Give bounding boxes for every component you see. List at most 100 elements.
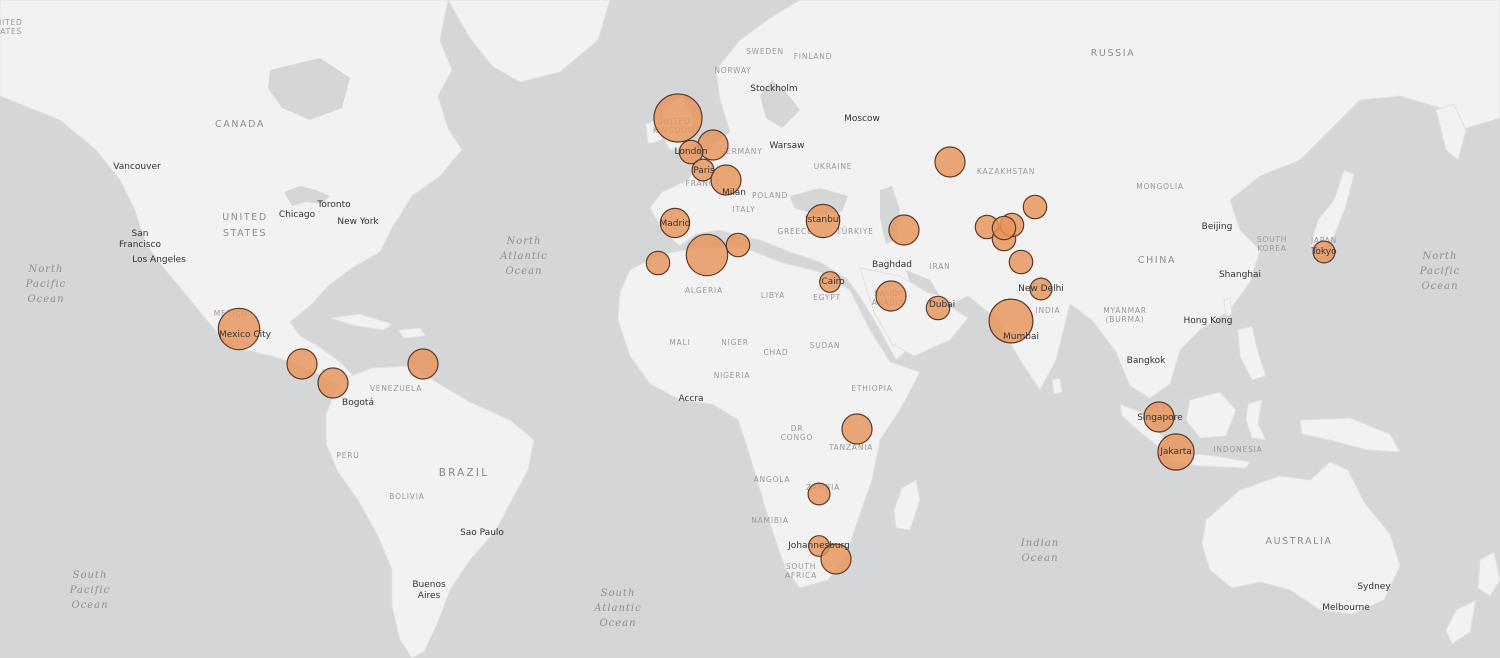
city-label-singapore: Singapore (1137, 413, 1183, 423)
city-label-los-angeles: Los Angeles (132, 255, 186, 265)
ocean-label-north-pacific-ocean: North Pacific Ocean (1419, 251, 1461, 292)
city-label-line: Dubai (929, 300, 955, 310)
country-label-line: VENEZUELA (370, 384, 422, 393)
bubble-costa-rica[interactable] (317, 367, 349, 399)
ocean-label-line: Pacific (69, 585, 111, 596)
city-label-baghdad: Baghdad (872, 260, 912, 270)
bubble-western-china[interactable] (1022, 194, 1048, 220)
country-label-line: KOREA (1257, 244, 1287, 253)
ocean-label-south-pacific-ocean: South Pacific Ocean (69, 570, 111, 611)
country-label-line: DR (791, 424, 804, 433)
city-label-line: Bogotá (342, 398, 374, 408)
country-label-line: ITALY (732, 205, 755, 214)
country-label-line: BOLIVIA (389, 492, 424, 501)
ocean-label-south-atlantic-ocean: South Atlantic Ocean (593, 588, 641, 629)
city-label-madrid: Madrid (660, 219, 691, 229)
city-label-line: Istanbul (805, 215, 841, 225)
country-label-myanmar-burma: MYANMAR (BURMA) (1103, 306, 1147, 324)
bubble-azerbaijan[interactable] (888, 214, 920, 246)
country-label-line: FINLAND (794, 52, 833, 61)
country-label-chad: CHAD (764, 348, 789, 357)
bubble-pakistan[interactable] (1008, 249, 1034, 275)
land-taiwan (1223, 297, 1233, 317)
city-label-milan: Milan (722, 188, 746, 198)
country-label-line: UNITED (222, 212, 268, 223)
bubble-zambia[interactable] (807, 482, 831, 506)
country-label-united-states: UNITEDSTATES (0, 18, 23, 36)
country-label-poland: POLAND (752, 191, 788, 200)
city-label-line: Mexico City (219, 330, 272, 340)
city-label-line: Chicago (279, 210, 316, 220)
country-label-line: POLAND (752, 191, 788, 200)
country-label-line: MONGOLIA (1136, 182, 1184, 191)
country-label-line: NORWAY (714, 66, 751, 75)
bubble-guatemala[interactable] (286, 348, 318, 380)
city-label-line: Vancouver (113, 162, 161, 172)
bubble-afghanistan[interactable] (991, 215, 1017, 241)
bubble-saudi-arabia[interactable] (875, 280, 907, 312)
city-label-toronto: Toronto (316, 200, 351, 210)
country-label-line: TÜRKIYE (835, 227, 873, 236)
country-label-venezuela: VENEZUELA (370, 384, 422, 393)
ocean-label-line: Ocean (599, 618, 636, 629)
ocean-label-line: South (601, 588, 636, 599)
city-label-istanbul: Istanbul (805, 215, 841, 225)
country-label-algeria: ALGERIA (685, 286, 723, 295)
ocean-label-line: Ocean (1421, 281, 1458, 292)
country-label-russia: RUSSIA (1091, 48, 1136, 59)
bubble-mexico-city[interactable] (217, 307, 261, 351)
bubble-tanzania[interactable] (841, 413, 873, 445)
city-label-line: Cairo (821, 277, 845, 287)
country-label-line: UNITED (0, 18, 23, 27)
country-label-libya: LIBYA (761, 291, 785, 300)
country-label-line: CHINA (1138, 255, 1176, 266)
country-label-tanzania: TANZANIA (828, 443, 873, 452)
country-label-bolivia: BOLIVIA (389, 492, 424, 501)
country-label-line: BRAZIL (439, 467, 490, 479)
country-label-ethiopia: ETHIOPIA (851, 384, 892, 393)
country-label-line: SUDAN (810, 341, 841, 350)
ocean-label-line: Ocean (71, 600, 108, 611)
city-label-line: Sao Paulo (460, 528, 504, 538)
country-label-line: AUSTRALIA (1266, 536, 1333, 547)
bubble-morocco[interactable] (645, 250, 671, 276)
city-label-line: Moscow (844, 114, 880, 124)
bubble-algeria[interactable] (685, 233, 729, 277)
country-label-line: IRAN (929, 262, 950, 271)
city-label-dubai: Dubai (929, 300, 955, 310)
city-label-moscow: Moscow (844, 114, 880, 124)
country-label-italy: ITALY (732, 205, 755, 214)
city-label-jakarta: Jakarta (1159, 447, 1191, 457)
country-label-egypt: EGYPT (813, 293, 841, 302)
country-label-angola: ANGOLA (754, 475, 791, 484)
country-label-turkiye: TÜRKIYE (835, 227, 873, 236)
city-label-line: Aires (418, 591, 441, 601)
country-label-line: AFRICA (785, 571, 817, 580)
country-label-line: STATES (0, 27, 22, 36)
city-label-chicago: Chicago (279, 210, 316, 220)
country-label-line: MYANMAR (1103, 306, 1147, 315)
city-label-line: Jakarta (1159, 447, 1191, 457)
bubble-malta[interactable] (725, 232, 751, 258)
city-label-paris: Paris (693, 166, 715, 176)
world-map[interactable]: North Pacific Ocean North Atlantic Ocean North… (0, 0, 1500, 658)
city-label-line: Bangkok (1127, 356, 1167, 366)
country-label-norway: NORWAY (714, 66, 751, 75)
city-label-shanghai: Shanghai (1219, 270, 1261, 280)
city-label-line: Sydney (1357, 582, 1391, 592)
bubble-trinidad[interactable] (407, 348, 439, 380)
city-label-line: Mumbai (1003, 332, 1039, 342)
country-label-line: EGYPT (813, 293, 841, 302)
bubble-kazakhstan[interactable] (934, 146, 966, 178)
city-label-mexico-city: Mexico City (219, 330, 272, 340)
city-label-stockholm: Stockholm (750, 84, 797, 94)
country-label-finland: FINLAND (794, 52, 833, 61)
bubble-united-kingdom[interactable] (653, 93, 703, 143)
city-label-melbourne: Melbourne (1322, 603, 1370, 613)
country-label-line: NIGERIA (714, 371, 751, 380)
land-sri-lanka (1051, 377, 1063, 395)
country-label-line: PERÚ (336, 451, 359, 460)
city-label-line: Francisco (119, 240, 162, 250)
city-label-line: Paris (693, 166, 715, 176)
map-canvas[interactable]: North Pacific OceanNorth Atlantic OceanNorth… (0, 0, 1500, 658)
